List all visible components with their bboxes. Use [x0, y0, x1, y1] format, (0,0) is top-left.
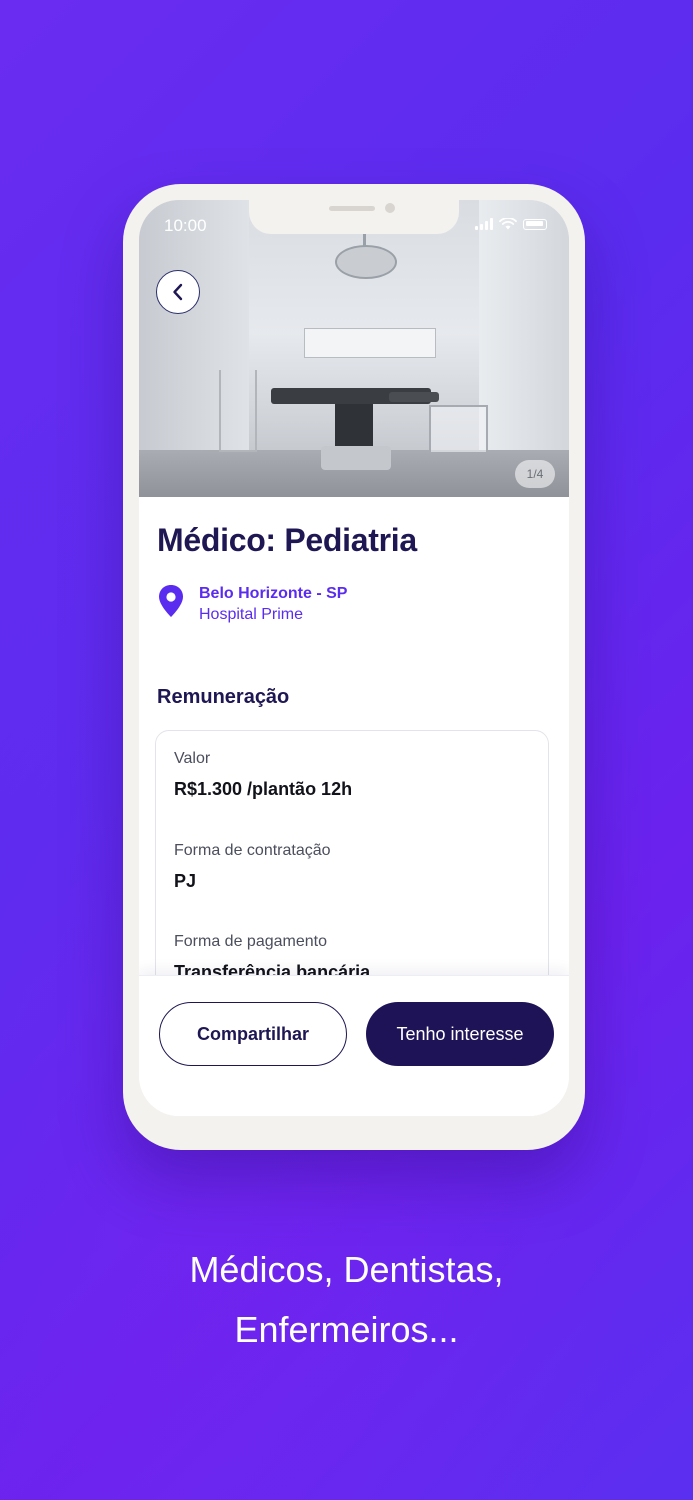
phone-camera: [385, 203, 395, 213]
field-label: Forma de contratação: [174, 842, 331, 859]
caption-line-2: Enfermeiros...: [234, 1309, 459, 1350]
promo-caption: Médicos, Dentistas, Enfermeiros...: [0, 1240, 693, 1360]
field-label: Forma de pagamento: [174, 933, 327, 950]
field-value: PJ: [174, 871, 197, 891]
status-time: 10:00: [164, 216, 207, 235]
photo-wall-panel: [304, 328, 436, 358]
action-bar: Compartilhar Tenho interesse: [139, 975, 569, 1116]
map-pin-icon: [159, 585, 183, 617]
photo-table-foot: [321, 446, 391, 470]
interest-button[interactable]: Tenho interesse: [366, 1002, 554, 1066]
photo-stand: [219, 370, 257, 452]
job-title: Médico: Pediatria: [157, 522, 417, 558]
back-button[interactable]: [156, 270, 200, 314]
photo-table-headrest: [389, 392, 439, 402]
field-value: R$1.300 /plantão 12h: [174, 779, 353, 799]
chevron-left-icon: [173, 283, 183, 301]
phone-speaker: [329, 206, 375, 211]
location-text: Belo Horizonte - SP Hospital Prime: [199, 584, 347, 625]
field-contract-type: Forma de contratação PJ: [174, 841, 331, 893]
remuneration-heading: Remuneração: [157, 686, 290, 708]
field-label: Valor: [174, 750, 211, 767]
battery-icon: [523, 218, 547, 230]
share-button[interactable]: Compartilhar: [159, 1002, 347, 1066]
photo-cart: [429, 405, 488, 454]
job-location: Belo Horizonte - SP Hospital Prime: [157, 584, 347, 625]
photo-counter-badge: 1/4: [515, 460, 555, 488]
caption-line-1: Médicos, Dentistas,: [189, 1249, 504, 1290]
photo-surgical-lamp: [335, 245, 397, 279]
wifi-icon: [499, 218, 517, 230]
signal-icon: [475, 218, 493, 230]
phone-mockup: 1/4 10:00 Médico: Pediatria Belo Horizon…: [123, 184, 585, 1150]
location-city: Belo Horizonte - SP: [199, 585, 348, 602]
status-icons: [475, 218, 547, 230]
field-value-amount: Valor R$1.300 /plantão 12h: [174, 749, 352, 801]
phone-notch: [249, 200, 459, 234]
photo-table-base: [335, 404, 373, 450]
phone-screen: 1/4 10:00 Médico: Pediatria Belo Horizon…: [139, 200, 569, 1116]
location-hospital: Hospital Prime: [199, 606, 304, 623]
